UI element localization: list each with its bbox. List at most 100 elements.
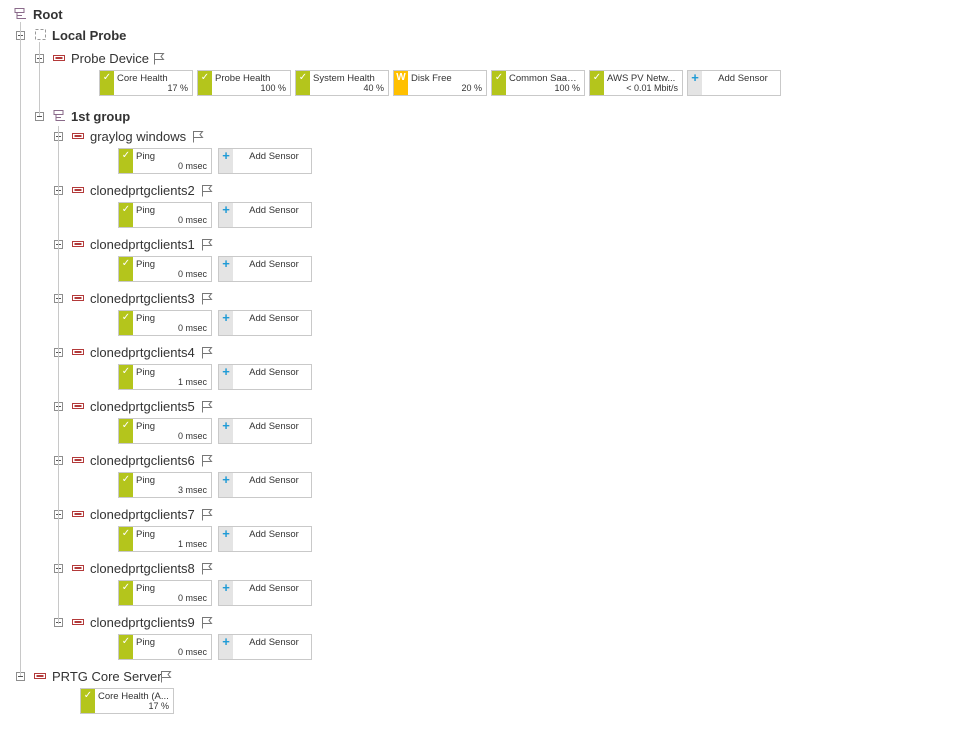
core-server-label[interactable]: PRTG Core Server <box>52 669 162 685</box>
add-sensor-button[interactable]: + Add Sensor <box>218 472 312 498</box>
sensor-tile[interactable]: ✓ System Health 40 % <box>295 70 389 96</box>
sensor-value: 0 msec <box>177 431 207 441</box>
device-label[interactable]: clonedprtgclients4 <box>90 345 195 361</box>
device-icon <box>72 241 84 247</box>
sensor-value: 100 % <box>260 83 286 93</box>
local-probe-label[interactable]: Local Probe <box>52 28 126 44</box>
add-sensor-label: Add Sensor <box>249 583 299 594</box>
device-icon <box>72 457 84 463</box>
add-sensor-label: Add Sensor <box>249 313 299 324</box>
add-sensor-button[interactable]: + Add Sensor <box>218 148 312 174</box>
device-icon <box>72 403 84 409</box>
device-label[interactable]: clonedprtgclients9 <box>90 615 195 631</box>
flag-icon[interactable] <box>160 671 172 683</box>
add-sensor-button[interactable]: + Add Sensor <box>218 256 312 282</box>
sensor-value: 0 msec <box>177 593 207 603</box>
add-sensor-label: Add Sensor <box>249 421 299 432</box>
check-icon: ✓ <box>121 312 131 323</box>
sensor-tile-ping[interactable]: ✓ Ping 0 msec <box>118 202 212 228</box>
flag-icon[interactable] <box>201 239 213 251</box>
device-label[interactable]: clonedprtgclients8 <box>90 561 195 577</box>
sensor-tile-ping[interactable]: ✓ Ping 1 msec <box>118 364 212 390</box>
plus-icon: + <box>222 202 230 217</box>
check-icon: ✓ <box>121 636 131 647</box>
sensor-tile-ping[interactable]: ✓ Ping 1 msec <box>118 526 212 552</box>
flag-icon[interactable] <box>153 53 165 65</box>
check-icon: ✓ <box>121 366 131 377</box>
sensor-tile-ping[interactable]: ✓ Ping 0 msec <box>118 256 212 282</box>
flag-icon[interactable] <box>201 617 213 629</box>
add-sensor-button[interactable]: + Add Sensor <box>218 202 312 228</box>
flag-icon[interactable] <box>201 401 213 413</box>
add-sensor-button[interactable]: + Add Sensor <box>687 70 781 96</box>
sensor-tile-core-health[interactable]: ✓ Core Health (A... 17 % <box>80 688 174 714</box>
sensor-tile[interactable]: W Disk Free 20 % <box>393 70 487 96</box>
device-icon <box>72 349 84 355</box>
sensor-tile-ping[interactable]: ✓ Ping 0 msec <box>118 310 212 336</box>
add-sensor-button[interactable]: + Add Sensor <box>218 310 312 336</box>
sensor-tile[interactable]: ✓ Probe Health 100 % <box>197 70 291 96</box>
flag-icon[interactable] <box>201 347 213 359</box>
check-icon: ✓ <box>121 258 131 269</box>
sensor-tile-ping[interactable]: ✓ Ping 0 msec <box>118 580 212 606</box>
sensor-tile-ping[interactable]: ✓ Ping 3 msec <box>118 472 212 498</box>
device-label[interactable]: clonedprtgclients6 <box>90 453 195 469</box>
probe-device-label[interactable]: Probe Device <box>71 51 149 67</box>
sensor-value: 40 % <box>363 83 384 93</box>
first-group-label[interactable]: 1st group <box>71 109 130 125</box>
sensor-value: 0 msec <box>177 323 207 333</box>
device-label[interactable]: clonedprtgclients3 <box>90 291 195 307</box>
device-label[interactable]: clonedprtgclients1 <box>90 237 195 253</box>
device-label[interactable]: clonedprtgclients7 <box>90 507 195 523</box>
plus-icon: + <box>691 70 699 85</box>
add-sensor-button[interactable]: + Add Sensor <box>218 580 312 606</box>
add-sensor-button[interactable]: + Add Sensor <box>218 634 312 660</box>
add-sensor-label: Add Sensor <box>249 151 299 162</box>
device-icon <box>72 133 84 139</box>
sensor-value: 0 msec <box>177 161 207 171</box>
device-label[interactable]: clonedprtgclients5 <box>90 399 195 415</box>
sensor-value: 1 msec <box>177 377 207 387</box>
add-sensor-label: Add Sensor <box>249 259 299 270</box>
sensor-tile[interactable]: ✓ Core Health 17 % <box>99 70 193 96</box>
flag-icon[interactable] <box>201 185 213 197</box>
sensor-value: < 0.01 Mbit/s <box>626 83 678 93</box>
device-icon <box>72 295 84 301</box>
device-label[interactable]: clonedprtgclients2 <box>90 183 195 199</box>
root-label[interactable]: Root <box>33 7 63 23</box>
sensor-value: 100 % <box>554 83 580 93</box>
device-icon <box>34 673 46 679</box>
sensor-tile-ping[interactable]: ✓ Ping 0 msec <box>118 148 212 174</box>
check-icon: ✓ <box>121 528 131 539</box>
flag-icon[interactable] <box>192 131 204 143</box>
flag-icon[interactable] <box>201 293 213 305</box>
device-label[interactable]: graylog windows <box>90 129 186 145</box>
plus-icon: + <box>222 310 230 325</box>
sensor-value: 0 msec <box>177 269 207 279</box>
sensor-tile[interactable]: ✓ Common SaaS... 100 % <box>491 70 585 96</box>
flag-icon[interactable] <box>201 563 213 575</box>
add-sensor-button[interactable]: + Add Sensor <box>218 364 312 390</box>
sensor-tile-ping[interactable]: ✓ Ping 0 msec <box>118 634 212 660</box>
sensor-value: 0 msec <box>177 647 207 657</box>
add-sensor-button[interactable]: + Add Sensor <box>218 526 312 552</box>
device-icon <box>72 187 84 193</box>
warning-icon: W <box>396 72 406 83</box>
add-sensor-button[interactable]: + Add Sensor <box>218 418 312 444</box>
check-icon: ✓ <box>592 72 602 83</box>
plus-icon: + <box>222 418 230 433</box>
device-icon <box>72 511 84 517</box>
flag-icon[interactable] <box>201 509 213 521</box>
sensor-tile-ping[interactable]: ✓ Ping 0 msec <box>118 418 212 444</box>
sensor-value: 3 msec <box>177 485 207 495</box>
check-icon: ✓ <box>494 72 504 83</box>
check-icon: ✓ <box>121 582 131 593</box>
tree-line <box>20 22 21 676</box>
add-sensor-label: Add Sensor <box>249 367 299 378</box>
flag-icon[interactable] <box>201 455 213 467</box>
tree-line <box>58 126 59 624</box>
check-icon: ✓ <box>298 72 308 83</box>
sensor-value: 20 % <box>461 83 482 93</box>
add-sensor-label: Add Sensor <box>718 73 768 84</box>
sensor-tile[interactable]: ✓ AWS PV Netw... < 0.01 Mbit/s <box>589 70 683 96</box>
